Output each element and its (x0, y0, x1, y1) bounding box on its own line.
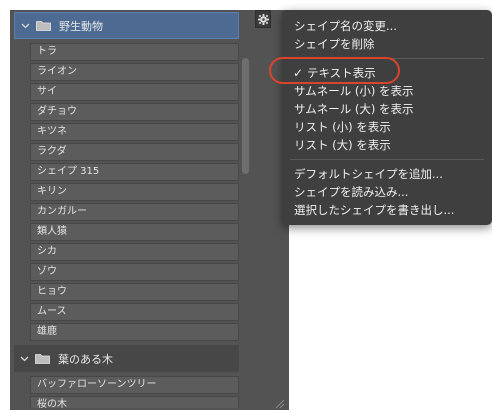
menu-item-small-list[interactable]: リスト (小) を表示 (294, 119, 391, 135)
list-item-ape[interactable]: 類人猿 (30, 223, 239, 241)
panel-menu-button[interactable] (255, 10, 271, 28)
menu-item-small-thumbnail[interactable]: サムネール (小) を表示 (294, 83, 414, 99)
list-item-cherry-tree[interactable]: 桜の木 (30, 396, 239, 408)
list-item-camel[interactable]: ラクダ (30, 143, 239, 161)
menu-item-rename-shape[interactable]: シェイプ名の変更... (294, 18, 397, 34)
menu-item-export-selected-shapes[interactable]: 選択したシェイプを書き出し... (294, 202, 454, 218)
menu-item-delete-shape[interactable]: シェイプを削除 (294, 36, 375, 52)
group-label-wildlife: 野生動物 (59, 19, 103, 33)
shapes-panel: 野生動物 トラ ライオン サイ ダチョウ キツネ ラクダ シェイプ 315 キリ… (10, 10, 289, 410)
menu-item-add-default-shapes[interactable]: デフォルトシェイプを追加... (294, 166, 443, 182)
group-header-leafy-trees[interactable]: 葉のある木 (14, 345, 239, 372)
folder-icon (35, 353, 50, 364)
gear-icon (257, 10, 269, 29)
group-label-leafy-trees: 葉のある木 (58, 352, 113, 366)
list-item-shape-315[interactable]: シェイプ 315 (30, 163, 239, 181)
chevron-down-icon[interactable] (19, 356, 29, 362)
list-item-fox[interactable]: キツネ (30, 123, 239, 141)
list-item-buffalo-thorn-tree[interactable]: バッファローソーンツリー (30, 376, 239, 394)
menu-separator (290, 159, 484, 160)
list-item-giraffe[interactable]: キリン (30, 183, 239, 201)
list-item-stag[interactable]: 雄鹿 (30, 323, 239, 341)
chevron-down-icon[interactable] (20, 23, 30, 29)
panel-flyout-menu: シェイプ名の変更... シェイプを削除 ✓ テキスト表示 サムネール (小) を… (282, 10, 492, 225)
folder-icon (36, 20, 51, 31)
vertical-scrollbar[interactable] (242, 12, 250, 408)
menu-item-text-view[interactable]: ✓ テキスト表示 (293, 65, 376, 81)
shape-list: 野生動物 トラ ライオン サイ ダチョウ キツネ ラクダ シェイプ 315 キリ… (14, 12, 239, 408)
menu-separator (290, 58, 484, 59)
checkmark-icon: ✓ (293, 66, 304, 80)
scrollbar-thumb[interactable] (242, 58, 249, 174)
list-item-deer[interactable]: シカ (30, 243, 239, 261)
menu-item-large-list[interactable]: リスト (大) を表示 (294, 137, 391, 153)
group-header-wildlife[interactable]: 野生動物 (14, 12, 239, 39)
list-item-lion[interactable]: ライオン (30, 63, 239, 81)
list-item-ostrich[interactable]: ダチョウ (30, 103, 239, 121)
list-item-moose[interactable]: ムース (30, 303, 239, 321)
menu-item-large-thumbnail[interactable]: サムネール (大) を表示 (294, 101, 414, 117)
list-item-kangaroo[interactable]: カンガルー (30, 203, 239, 221)
list-item-elephant[interactable]: ゾウ (30, 263, 239, 281)
list-item-tiger[interactable]: トラ (30, 43, 239, 61)
menu-item-load-shapes[interactable]: シェイプを読み込み... (294, 184, 408, 200)
resize-grip-icon[interactable] (273, 394, 285, 410)
list-item-rhino[interactable]: サイ (30, 83, 239, 101)
list-item-leopard[interactable]: ヒョウ (30, 283, 239, 301)
